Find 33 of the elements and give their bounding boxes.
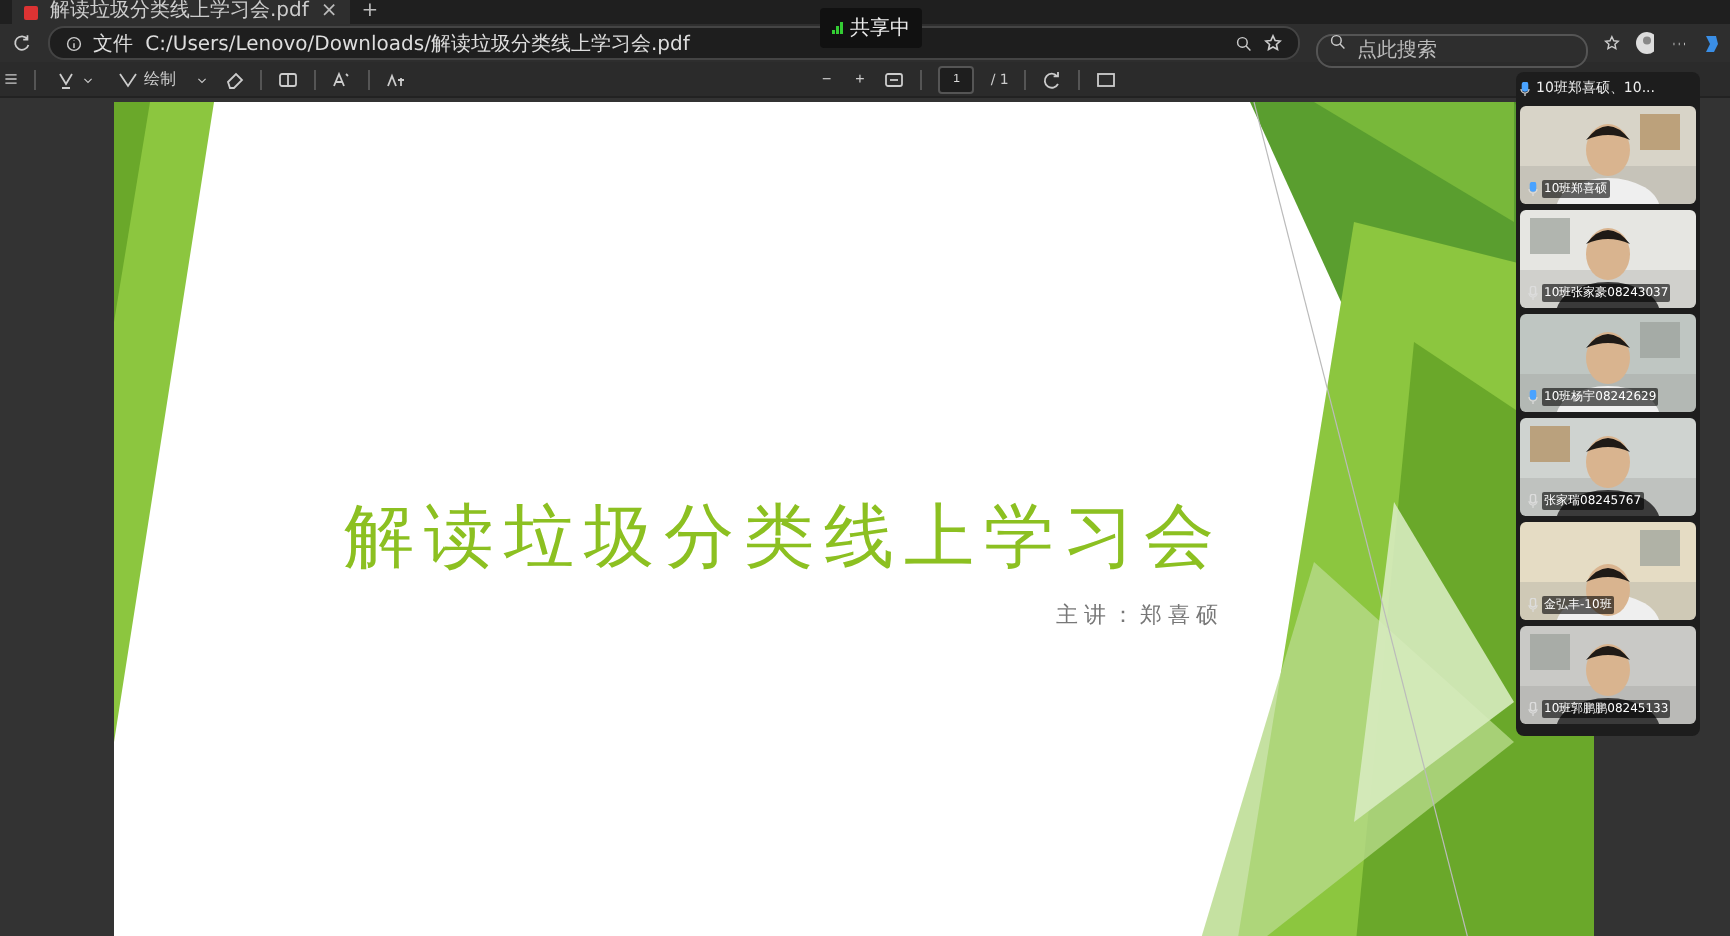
signal-icon: [832, 22, 844, 34]
browser-tab[interactable]: 解读垃圾分类线上学习会.pdf ×: [12, 0, 350, 24]
rotate-icon: [1042, 69, 1063, 89]
microphone-icon: [1520, 81, 1530, 95]
two-page-icon: [1096, 69, 1117, 89]
zoom-out-button[interactable]: −: [818, 65, 836, 93]
favorites-icon: [1603, 34, 1620, 52]
search-icon: [1329, 34, 1346, 50]
highlighter-icon: [56, 69, 76, 89]
scheme-label: 文件: [93, 31, 134, 57]
zoom-icon: [1235, 35, 1252, 51]
draw-button[interactable]: 绘制: [114, 65, 180, 93]
avatar-icon[interactable]: [1635, 32, 1655, 54]
caret-icon: [82, 73, 94, 85]
page-view-icon: [278, 69, 298, 89]
eraser-icon: [224, 69, 244, 89]
search-field[interactable]: 点此搜索: [1315, 34, 1588, 68]
url-text: C:/Users/Lenovo/Downloads/解读垃圾分类线上学习会.pdf: [145, 31, 690, 57]
translate-icon: [386, 69, 406, 89]
close-tab-button[interactable]: ×: [320, 0, 338, 24]
pdf-icon: [24, 5, 38, 19]
tab-title: 解读垃圾分类线上学习会.pdf: [50, 0, 309, 24]
caret-icon: [196, 73, 208, 85]
slide-title: 解读垃圾分类线上学习会: [344, 496, 1224, 582]
info-icon: [65, 35, 82, 51]
new-tab-button[interactable]: +: [361, 0, 379, 24]
presenter-text: 主讲：郑喜硕: [1056, 600, 1224, 630]
menu-icon: [4, 72, 18, 86]
read-aloud-icon: [332, 69, 352, 89]
refresh-icon: [12, 32, 32, 54]
fit-page-icon: [884, 69, 905, 89]
star-icon: [1263, 34, 1282, 52]
zoom-in-button[interactable]: +: [851, 65, 869, 93]
